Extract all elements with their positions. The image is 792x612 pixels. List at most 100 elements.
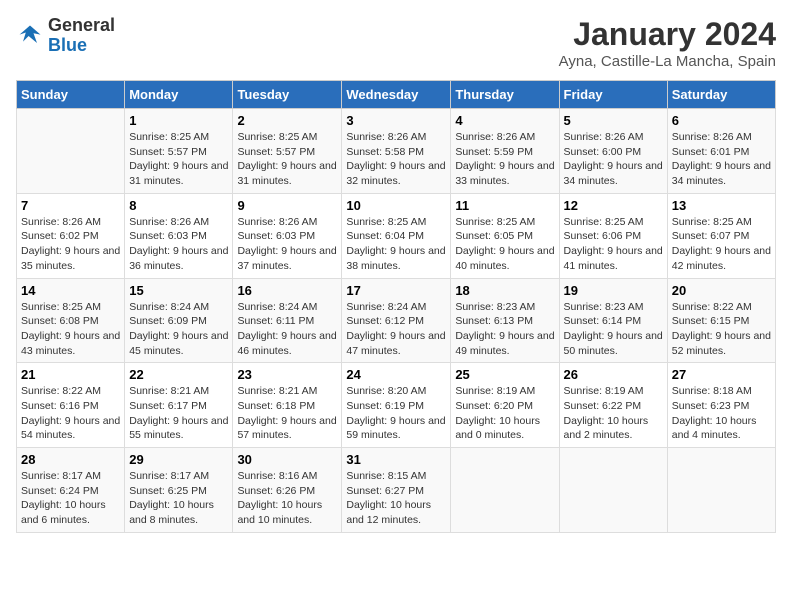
table-row: 27Sunrise: 8:18 AM Sunset: 6:23 PM Dayli… xyxy=(667,363,775,448)
table-row xyxy=(559,448,667,533)
day-info: Sunrise: 8:24 AM Sunset: 6:12 PM Dayligh… xyxy=(346,300,446,359)
col-saturday: Saturday xyxy=(667,81,775,109)
day-number: 6 xyxy=(672,113,771,128)
day-number: 13 xyxy=(672,198,771,213)
calendar-table: Sunday Monday Tuesday Wednesday Thursday… xyxy=(16,80,776,533)
day-number: 12 xyxy=(564,198,663,213)
logo: General Blue xyxy=(16,16,115,56)
day-number: 29 xyxy=(129,452,228,467)
logo-bird-icon xyxy=(16,22,44,50)
day-number: 25 xyxy=(455,367,554,382)
day-number: 2 xyxy=(237,113,337,128)
day-number: 23 xyxy=(237,367,337,382)
day-number: 22 xyxy=(129,367,228,382)
table-row: 17 Sunrise: 8:24 AM Sunset: 6:12 PM Dayli… xyxy=(342,278,451,363)
table-row: 9 Sunrise: 8:26 AM Sunset: 6:03 PM Daylig… xyxy=(233,193,342,278)
table-row xyxy=(17,109,125,194)
day-number: 11 xyxy=(455,198,554,213)
table-row: 4Sunrise: 8:26 AM Sunset: 5:59 PM Daylig… xyxy=(451,109,559,194)
day-number: 8 xyxy=(129,198,228,213)
title-block: January 2024 Ayna, Castille-La Mancha, S… xyxy=(559,16,776,70)
day-info: Sunrise: 8:26 AM Sunset: 6:03 PM Dayligh… xyxy=(129,215,228,274)
day-number: 27 xyxy=(672,367,771,382)
table-row: 30 Sunrise: 8:16 AM Sunset: 6:26 PM Dayli… xyxy=(233,448,342,533)
day-info: Sunrise: 8:20 AM Sunset: 6:19 PM Dayligh… xyxy=(346,384,446,443)
col-thursday: Thursday xyxy=(451,81,559,109)
table-row: 6 Sunrise: 8:26 AM Sunset: 6:01 PM Daylig… xyxy=(667,109,775,194)
day-number: 7 xyxy=(21,198,120,213)
logo-general: General xyxy=(48,15,115,35)
day-info: Sunrise: 8:21 AM Sunset: 6:18 PM Dayligh… xyxy=(237,384,337,443)
day-info: Sunrise: 8:25 AM Sunset: 5:57 PM Dayligh… xyxy=(129,130,228,189)
day-info: Sunrise: 8:25 AM Sunset: 6:05 PM Dayligh… xyxy=(455,215,554,274)
day-info: Sunrise: 8:24 AM Sunset: 6:09 PM Dayligh… xyxy=(129,300,228,359)
table-row: 5 Sunrise: 8:26 AM Sunset: 6:00 PM Daylig… xyxy=(559,109,667,194)
day-number: 4 xyxy=(455,113,554,128)
day-info: Sunrise: 8:17 AM Sunset: 6:24 PM Dayligh… xyxy=(21,469,120,528)
logo-text: General Blue xyxy=(48,16,115,56)
day-info: Sunrise: 8:21 AM Sunset: 6:17 PM Dayligh… xyxy=(129,384,228,443)
table-row: 31Sunrise: 8:15 AM Sunset: 6:27 PM Dayli… xyxy=(342,448,451,533)
table-row: 11 Sunrise: 8:25 AM Sunset: 6:05 PM Dayli… xyxy=(451,193,559,278)
day-info: Sunrise: 8:26 AM Sunset: 6:02 PM Dayligh… xyxy=(21,215,120,274)
day-info: Sunrise: 8:24 AM Sunset: 6:11 PM Dayligh… xyxy=(237,300,337,359)
table-row: 19 Sunrise: 8:23 AM Sunset: 6:14 PM Dayli… xyxy=(559,278,667,363)
day-info: Sunrise: 8:25 AM Sunset: 6:06 PM Dayligh… xyxy=(564,215,663,274)
day-info: Sunrise: 8:19 AM Sunset: 6:22 PM Dayligh… xyxy=(564,384,663,443)
logo-blue: Blue xyxy=(48,35,87,55)
table-row: 29Sunrise: 8:17 AM Sunset: 6:25 PM Dayli… xyxy=(125,448,233,533)
calendar-header-row: Sunday Monday Tuesday Wednesday Thursday… xyxy=(17,81,776,109)
col-tuesday: Tuesday xyxy=(233,81,342,109)
table-row: 8 Sunrise: 8:26 AM Sunset: 6:03 PM Daylig… xyxy=(125,193,233,278)
col-friday: Friday xyxy=(559,81,667,109)
day-number: 17 xyxy=(346,283,446,298)
table-row xyxy=(451,448,559,533)
day-info: Sunrise: 8:22 AM Sunset: 6:15 PM Dayligh… xyxy=(672,300,771,359)
day-info: Sunrise: 8:26 AM Sunset: 5:58 PM Dayligh… xyxy=(346,130,446,189)
day-number: 31 xyxy=(346,452,446,467)
col-monday: Monday xyxy=(125,81,233,109)
day-info: Sunrise: 8:25 AM Sunset: 6:04 PM Dayligh… xyxy=(346,215,446,274)
table-row: 7 Sunrise: 8:26 AM Sunset: 6:02 PM Daylig… xyxy=(17,193,125,278)
table-row: 18Sunrise: 8:23 AM Sunset: 6:13 PM Dayli… xyxy=(451,278,559,363)
day-info: Sunrise: 8:26 AM Sunset: 6:01 PM Dayligh… xyxy=(672,130,771,189)
calendar-week-row: 7 Sunrise: 8:26 AM Sunset: 6:02 PM Daylig… xyxy=(17,193,776,278)
table-row: 15Sunrise: 8:24 AM Sunset: 6:09 PM Dayli… xyxy=(125,278,233,363)
table-row: 14 Sunrise: 8:25 AM Sunset: 6:08 PM Dayli… xyxy=(17,278,125,363)
table-row: 26Sunrise: 8:19 AM Sunset: 6:22 PM Dayli… xyxy=(559,363,667,448)
page-title: January 2024 xyxy=(559,16,776,53)
table-row: 3 Sunrise: 8:26 AM Sunset: 5:58 PM Daylig… xyxy=(342,109,451,194)
day-number: 10 xyxy=(346,198,446,213)
day-info: Sunrise: 8:25 AM Sunset: 6:07 PM Dayligh… xyxy=(672,215,771,274)
calendar-week-row: 1 Sunrise: 8:25 AM Sunset: 5:57 PM Daylig… xyxy=(17,109,776,194)
col-sunday: Sunday xyxy=(17,81,125,109)
day-info: Sunrise: 8:26 AM Sunset: 6:03 PM Dayligh… xyxy=(237,215,337,274)
day-number: 28 xyxy=(21,452,120,467)
day-number: 30 xyxy=(237,452,337,467)
day-info: Sunrise: 8:19 AM Sunset: 6:20 PM Dayligh… xyxy=(455,384,554,443)
page-subtitle: Ayna, Castille-La Mancha, Spain xyxy=(559,53,776,70)
day-info: Sunrise: 8:23 AM Sunset: 6:14 PM Dayligh… xyxy=(564,300,663,359)
calendar-week-row: 28 Sunrise: 8:17 AM Sunset: 6:24 PM Dayli… xyxy=(17,448,776,533)
table-row: 1 Sunrise: 8:25 AM Sunset: 5:57 PM Daylig… xyxy=(125,109,233,194)
day-number: 3 xyxy=(346,113,446,128)
day-info: Sunrise: 8:25 AM Sunset: 5:57 PM Dayligh… xyxy=(237,130,337,189)
day-number: 1 xyxy=(129,113,228,128)
day-number: 9 xyxy=(237,198,337,213)
table-row: 12 Sunrise: 8:25 AM Sunset: 6:06 PM Dayli… xyxy=(559,193,667,278)
day-number: 19 xyxy=(564,283,663,298)
table-row: 22 Sunrise: 8:21 AM Sunset: 6:17 PM Dayli… xyxy=(125,363,233,448)
table-row xyxy=(667,448,775,533)
day-info: Sunrise: 8:22 AM Sunset: 6:16 PM Dayligh… xyxy=(21,384,120,443)
day-info: Sunrise: 8:23 AM Sunset: 6:13 PM Dayligh… xyxy=(455,300,554,359)
day-number: 24 xyxy=(346,367,446,382)
day-info: Sunrise: 8:16 AM Sunset: 6:26 PM Dayligh… xyxy=(237,469,337,528)
table-row: 13 Sunrise: 8:25 AM Sunset: 6:07 PM Dayli… xyxy=(667,193,775,278)
day-number: 14 xyxy=(21,283,120,298)
table-row: 21Sunrise: 8:22 AM Sunset: 6:16 PM Dayli… xyxy=(17,363,125,448)
day-info: Sunrise: 8:26 AM Sunset: 6:00 PM Dayligh… xyxy=(564,130,663,189)
day-info: Sunrise: 8:25 AM Sunset: 6:08 PM Dayligh… xyxy=(21,300,120,359)
day-number: 5 xyxy=(564,113,663,128)
table-row: 2 Sunrise: 8:25 AM Sunset: 5:57 PM Daylig… xyxy=(233,109,342,194)
table-row: 24 Sunrise: 8:20 AM Sunset: 6:19 PM Dayli… xyxy=(342,363,451,448)
